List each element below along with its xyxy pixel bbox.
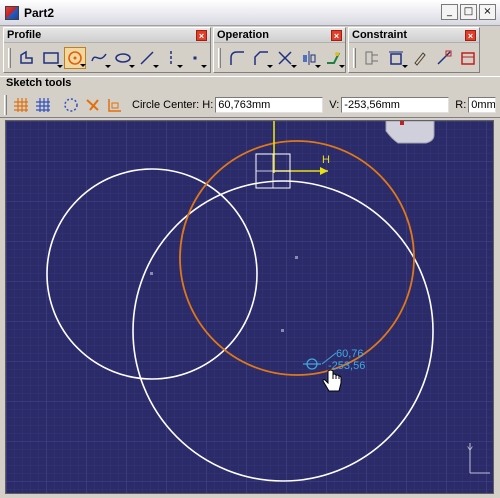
point-tool-button[interactable] (184, 47, 207, 69)
sketch-tools-title: Sketch tools (6, 77, 72, 89)
operation-toolbar-header: Operation × (214, 28, 345, 43)
constraint-toolbar: Constraint × (348, 27, 480, 73)
constraint-dialog-tool-button[interactable] (361, 47, 383, 69)
window-frame-bottom (0, 494, 500, 498)
snap-to-point-icon (36, 98, 50, 112)
cursor-readout-v: -253,56 (328, 360, 365, 372)
circle-center-h-label: Circle Center: H: (132, 99, 214, 111)
profile-toolbar-close-icon[interactable]: × (196, 29, 207, 41)
ellipse-tool-button[interactable] (112, 47, 135, 69)
catia-part-icon (5, 5, 19, 20)
cursor-readout-h: 60,76 (336, 348, 364, 360)
geometrical-constraints-tool-button[interactable] (82, 94, 104, 116)
toolbar-row: Profile × Operation × Constraint × (0, 27, 500, 74)
construction-element-tool-button[interactable] (60, 94, 82, 116)
toolbar-grip[interactable] (353, 47, 356, 68)
profile-toolbar: Profile × (3, 27, 211, 73)
toolbar-grip[interactable] (8, 47, 11, 68)
profile-tool-button[interactable] (16, 47, 38, 69)
constraint-toolbar-header: Constraint × (349, 28, 479, 43)
partial-profile-shape (385, 121, 435, 144)
circle-tool-button[interactable] (64, 46, 86, 69)
operation-toolbar-title: Operation (217, 29, 269, 41)
rectangle-tool-button[interactable] (40, 47, 63, 69)
red-marker (400, 121, 404, 125)
v-label: V: (329, 99, 340, 111)
grid-tool-button[interactable] (10, 94, 32, 116)
project-3d-tool-button[interactable] (322, 47, 345, 69)
animate-constraint-tool-button[interactable] (409, 47, 431, 69)
line-tool-button[interactable] (136, 47, 159, 69)
auto-constraint-tool-button[interactable] (457, 47, 479, 69)
h-axis-label: H (322, 154, 330, 166)
constraint-toolbar-title: Constraint (352, 29, 407, 41)
large-circle-center (281, 329, 284, 332)
mirror-tool-button[interactable] (298, 47, 321, 69)
snap-to-point-tool-button[interactable] (32, 94, 54, 116)
axis-tool-button[interactable] (160, 47, 183, 69)
triad-y-label: Y (467, 445, 473, 455)
r-label: R: (455, 99, 467, 111)
trim-tool-button[interactable] (274, 47, 297, 69)
profile-toolbar-title: Profile (7, 29, 42, 41)
window-titlebar: Part2 _ □ × (0, 0, 500, 26)
left-circle-center (150, 272, 153, 275)
r-value-field[interactable]: 0mm (468, 97, 497, 113)
close-button[interactable]: × (479, 4, 496, 20)
profile-icon (20, 50, 33, 64)
sketch-tools-toolbar: Sketch tools Circle Center: H: 60,763mm … (0, 76, 500, 118)
spline-tool-button[interactable] (88, 47, 111, 69)
sketch-grid (6, 121, 493, 493)
maximize-button[interactable]: □ (460, 4, 477, 20)
pencil-icon (414, 51, 426, 66)
toolbar-grip[interactable] (218, 47, 221, 68)
selected-circle-center (295, 256, 298, 259)
multi-constraint-icon (437, 50, 452, 65)
operation-toolbar-close-icon[interactable]: × (331, 29, 342, 41)
corner-icon (230, 50, 244, 65)
edit-multi-constraint-tool-button[interactable] (433, 47, 455, 69)
profile-toolbar-header: Profile × (4, 28, 210, 43)
construction-element-icon (64, 98, 78, 112)
window-title: Part2 (24, 5, 55, 20)
constraint-dialog-icon (365, 51, 378, 64)
window-controls: _ □ × (441, 4, 496, 20)
geometrical-constraints-icon (86, 99, 99, 111)
dimensional-constraints-tool-button[interactable] (104, 94, 126, 116)
sketch-canvas[interactable]: H 60,76 -253,56 Y (5, 120, 494, 494)
grid-icon (14, 98, 28, 112)
corner-tool-button[interactable] (226, 47, 248, 69)
constraint-toolbar-close-icon[interactable]: × (465, 29, 476, 41)
toolbar-grip[interactable] (4, 95, 7, 115)
dimensional-constraints-icon (108, 99, 121, 112)
auto-constraint-icon (461, 51, 475, 65)
chamfer-tool-button[interactable] (250, 47, 273, 69)
h-value-field[interactable]: 60,763mm (215, 97, 324, 113)
constraint-tool-button[interactable] (385, 47, 408, 69)
v-value-field[interactable]: -253,56mm (341, 97, 450, 113)
operation-toolbar: Operation × (213, 27, 346, 73)
minimize-button[interactable]: _ (441, 4, 458, 20)
